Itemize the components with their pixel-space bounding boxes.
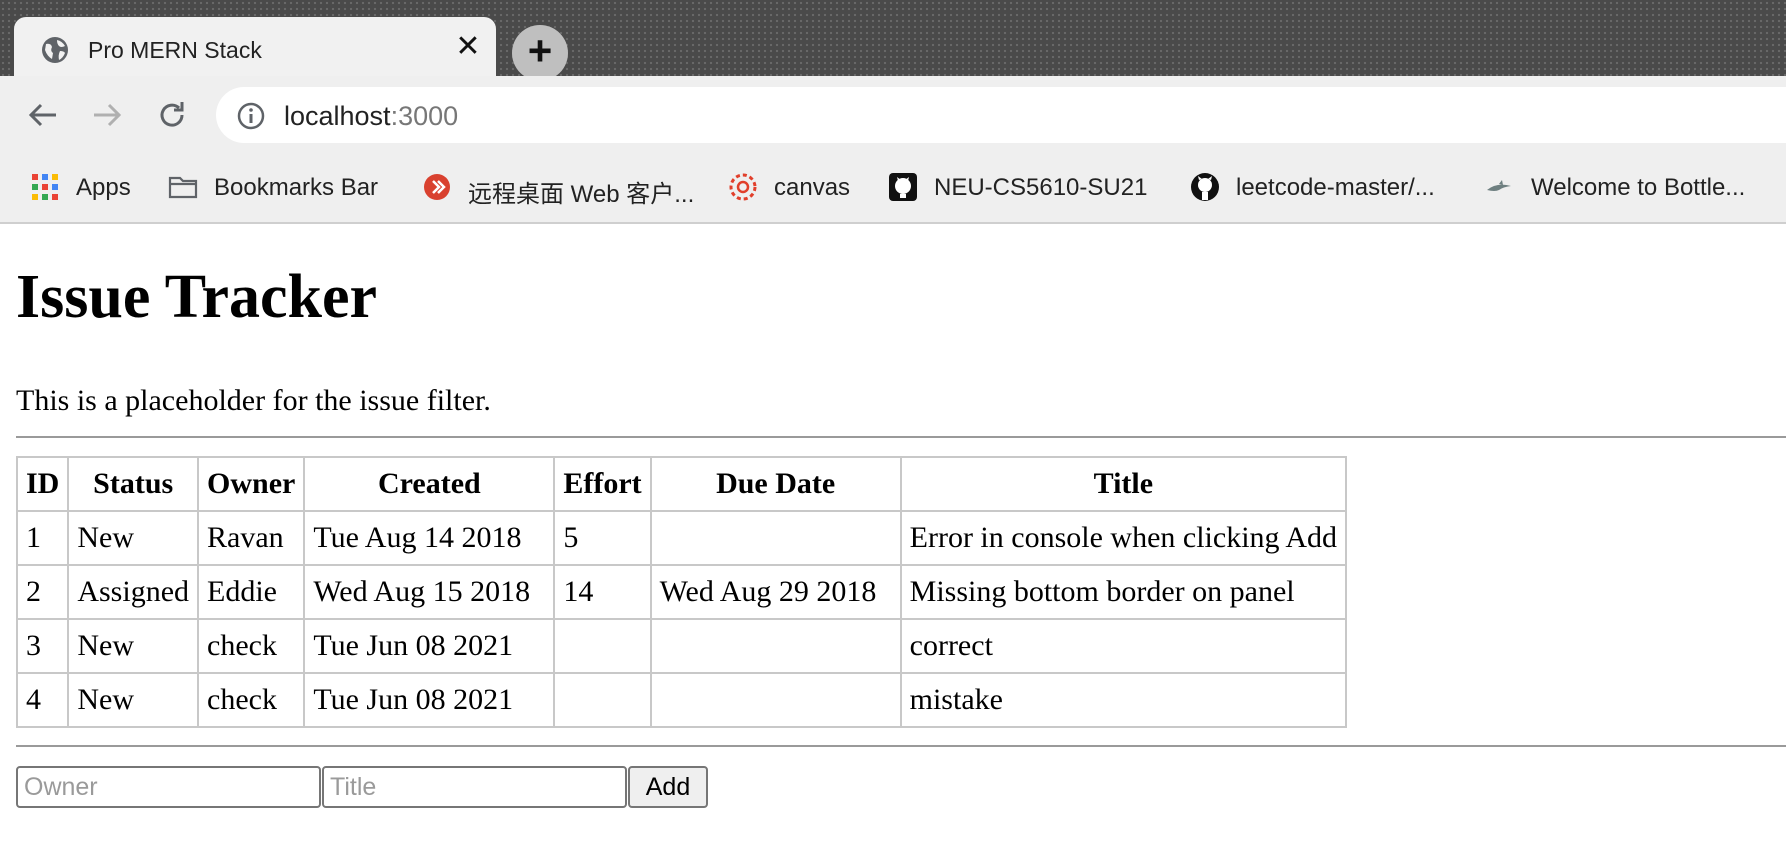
url-text: localhost:3000 — [284, 101, 458, 132]
table-row: 3 New check Tue Jun 08 2021 correct — [15, 618, 1348, 674]
url-port: :3000 — [390, 101, 459, 131]
cell-title: correct — [899, 618, 1348, 674]
cell-created: Tue Jun 08 2021 — [303, 618, 556, 674]
table-header-row: ID Status Owner Created Effort Due Date … — [15, 456, 1348, 512]
reload-icon[interactable] — [155, 98, 189, 132]
browser-tab[interactable]: Pro MERN Stack ✕ — [14, 17, 496, 77]
remote-desktop-icon — [424, 174, 450, 200]
page-title: Issue Tracker — [16, 263, 378, 331]
github-square-icon — [889, 173, 917, 201]
folder-icon — [168, 176, 198, 199]
bookmark-label: Bookmarks Bar — [214, 174, 379, 201]
new-tab-button[interactable]: + — [512, 25, 568, 81]
bookmark-label: NEU-CS5610-SU21 — [934, 174, 1148, 201]
add-button[interactable]: Add — [628, 766, 708, 808]
cell-status: Assigned — [67, 564, 200, 620]
cell-id: 4 — [15, 672, 70, 728]
column-header-created: Created — [303, 456, 556, 512]
cell-due-date: Wed Aug 29 2018 — [649, 564, 902, 620]
info-icon[interactable] — [236, 101, 266, 131]
column-header-status: Status — [67, 456, 200, 512]
cell-id: 2 — [15, 564, 70, 620]
owner-input[interactable] — [16, 766, 321, 808]
tab-strip: Pro MERN Stack ✕ + — [0, 0, 1786, 81]
tab-title: Pro MERN Stack — [88, 37, 262, 63]
cell-effort — [553, 618, 652, 674]
cell-created: Tue Jun 08 2021 — [303, 672, 556, 728]
column-header-effort: Effort — [553, 456, 652, 512]
issue-filter-placeholder: This is a placeholder for the issue filt… — [16, 384, 491, 417]
cell-title: Missing bottom border on panel — [899, 564, 1348, 620]
cell-due-date — [649, 672, 902, 728]
table-row: 1 New Ravan Tue Aug 14 2018 5 Error in c… — [15, 510, 1348, 566]
globe-icon — [42, 37, 68, 63]
cell-effort — [553, 672, 652, 728]
apps-grid-icon — [32, 174, 58, 200]
column-header-id: ID — [15, 456, 70, 512]
cell-due-date — [649, 618, 902, 674]
canvas-icon — [729, 173, 757, 201]
cell-due-date — [649, 510, 902, 566]
cell-effort: 5 — [553, 510, 652, 566]
cell-id: 1 — [15, 510, 70, 566]
cell-title: Error in console when clicking Add — [899, 510, 1348, 566]
close-tab-icon[interactable]: ✕ — [452, 31, 484, 63]
back-arrow-icon[interactable] — [26, 98, 60, 132]
cell-owner: Eddie — [197, 564, 306, 620]
browser-toolbar: localhost:3000 — [0, 76, 1786, 150]
cell-owner: check — [197, 618, 306, 674]
github-icon — [1191, 173, 1219, 201]
table-row: 4 New check Tue Jun 08 2021 mistake — [15, 672, 1348, 728]
cell-status: New — [67, 510, 200, 566]
bookmark-label: Apps — [76, 174, 131, 201]
column-header-title: Title — [899, 456, 1348, 512]
bookmarks-bar: Apps Bookmarks Bar 远程桌面 Web 客户... canvas… — [0, 150, 1786, 224]
issue-table: ID Status Owner Created Effort Due Date … — [15, 456, 1348, 728]
divider — [16, 436, 1786, 438]
divider — [16, 745, 1786, 747]
bookmark-label: canvas — [774, 174, 851, 201]
title-input[interactable] — [322, 766, 627, 808]
url-host: localhost — [284, 101, 391, 131]
cell-created: Tue Aug 14 2018 — [303, 510, 556, 566]
address-bar[interactable]: localhost:3000 — [216, 87, 1786, 143]
column-header-owner: Owner — [197, 456, 306, 512]
bookmark-label: leetcode-master/... — [1236, 174, 1435, 201]
bookmark-label: Welcome to Bottle... — [1531, 174, 1746, 201]
cell-status: New — [67, 672, 200, 728]
forward-arrow-icon[interactable] — [90, 98, 124, 132]
cell-effort: 14 — [553, 564, 652, 620]
cell-title: mistake — [899, 672, 1348, 728]
bottle-icon — [1487, 180, 1511, 191]
column-header-due-date: Due Date — [649, 456, 902, 512]
bookmark-label: 远程桌面 Web 客户... — [468, 181, 695, 208]
cell-owner: check — [197, 672, 306, 728]
page-content: Issue Tracker This is a placeholder for … — [0, 224, 1786, 864]
cell-status: New — [67, 618, 200, 674]
cell-owner: Ravan — [197, 510, 306, 566]
cell-id: 3 — [15, 618, 70, 674]
cell-created: Wed Aug 15 2018 — [303, 564, 556, 620]
table-row: 2 Assigned Eddie Wed Aug 15 2018 14 Wed … — [15, 564, 1348, 620]
